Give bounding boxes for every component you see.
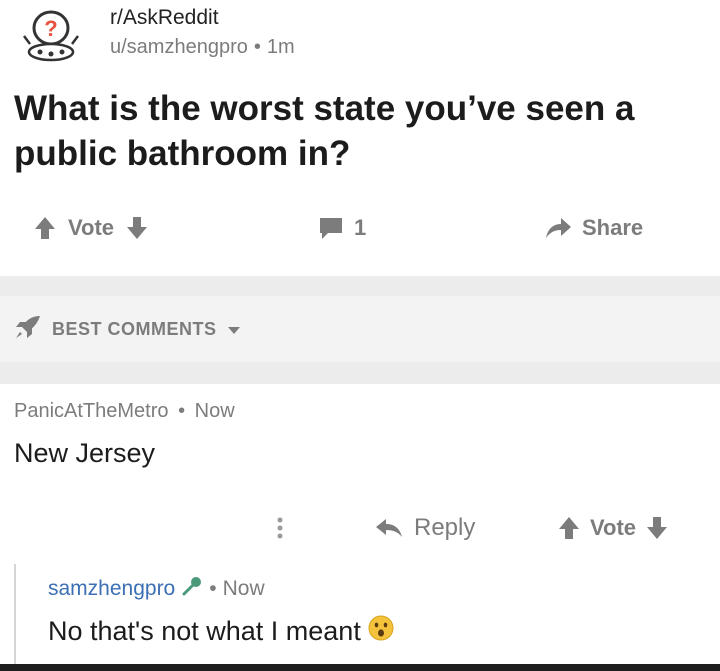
reply-arrow-icon [374,517,404,539]
comment-meta: PanicAtTheMetro • Now [14,400,235,423]
reply-age: Now [222,577,265,600]
post-meta: u/samzhengpro • 1m [110,36,295,59]
post-age: 1m [266,36,295,58]
bottom-edge-bar [0,664,720,671]
share-label: Share [582,215,644,240]
arrow-up-icon[interactable] [34,216,56,240]
comment-count: 1 [354,215,367,240]
more-vertical-icon [276,516,284,540]
comment-action-bar: Reply Vote [0,506,720,548]
nested-reply: samzhengpro • Now No that's not what I m… [14,564,720,664]
comments-sort-bar: BEST COMMENTS [0,296,720,362]
arrow-up-icon[interactable] [558,516,580,540]
vote-label: Vote [590,515,637,540]
chevron-down-icon [227,319,241,340]
meta-separator: • [178,400,186,422]
post-action-bar: Vote 1 Share [0,206,720,250]
share-arrow-icon [544,216,572,240]
share-button[interactable]: Share [544,206,643,250]
askreddit-snoo-icon[interactable]: ? [20,6,82,64]
comment-vote-group: Vote [558,506,668,550]
reply-button[interactable]: Reply [374,506,475,550]
arrow-down-icon[interactable] [646,516,668,540]
reply-author[interactable]: samzhengpro [48,577,175,601]
post-header: ? r/AskReddit u/samzhengpro • 1m [14,2,714,72]
reply-label: Reply [414,514,476,541]
subreddit-name[interactable]: r/AskReddit [110,6,219,30]
comments-sort-band: BEST COMMENTS [0,276,720,384]
comment-body: New Jersey [14,438,156,468]
sort-dropdown[interactable]: BEST COMMENTS [14,314,241,345]
post-author[interactable]: u/samzhengpro [110,36,248,58]
comment-age: Now [194,400,235,422]
meta-separator: • [253,36,261,58]
comment-count-button[interactable]: 1 [318,206,366,250]
surprised-face-icon [367,614,395,649]
arrow-down-icon[interactable] [126,216,148,240]
comment-author[interactable]: PanicAtTheMetro [14,400,169,422]
sort-label: BEST COMMENTS [52,318,217,339]
meta-separator: • [209,577,217,600]
post-title: What is the worst state you’ve seen a pu… [14,89,635,173]
post-vote-group: Vote [34,206,148,250]
reply-meta: samzhengpro • Now [48,576,265,602]
rocket-icon [14,314,42,345]
vote-label: Vote [68,215,115,240]
reply-body-row: No that's not what I meant [48,614,395,649]
reply-body: No that's not what I meant [48,616,361,646]
microphone-icon [181,576,203,602]
svg-text:?: ? [44,16,57,41]
more-options-button[interactable] [276,506,284,550]
comment-bubble-icon [318,216,344,240]
